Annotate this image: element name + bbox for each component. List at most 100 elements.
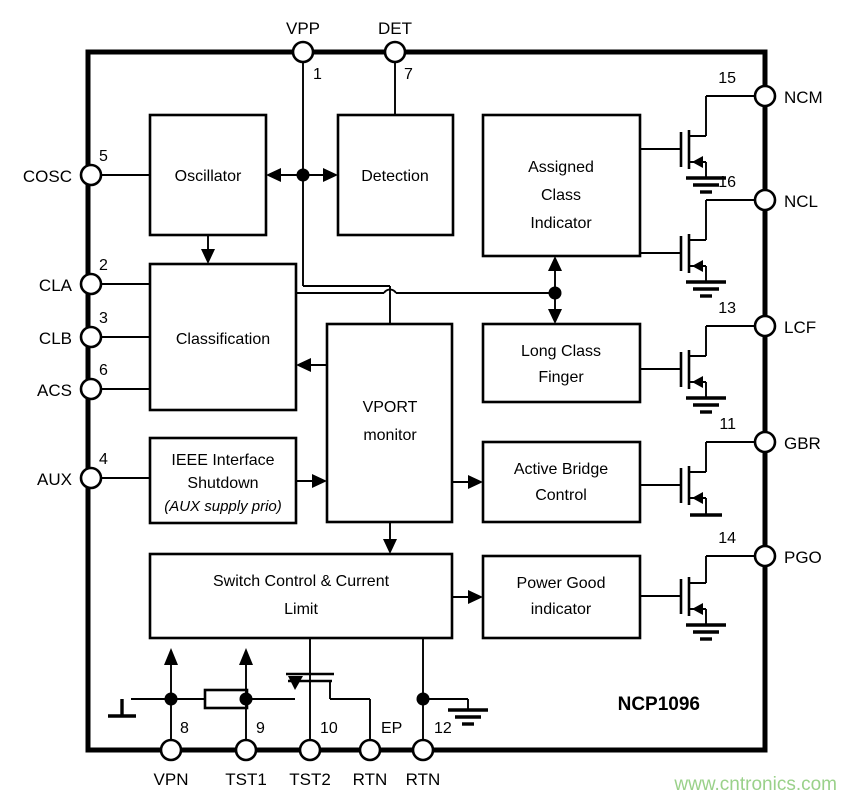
block-long-class-finger-line2: Finger: [538, 369, 584, 386]
pin-acs-number: 6: [99, 362, 108, 379]
arrow-tst1-to-switch-control: [239, 648, 253, 665]
block-ieee-interface-shutdown-line3: (AUX supply prio): [164, 498, 282, 515]
pin-tst1-number: 9: [256, 720, 265, 737]
arrow-vport-to-active-bridge: [468, 475, 483, 489]
pin-vpp-label: VPP: [286, 19, 320, 38]
pin-rtn-12-label: RTN: [406, 770, 441, 789]
pin-gbr-number: 11: [719, 416, 736, 433]
block-active-bridge-control-line2: Control: [535, 487, 587, 504]
pin-aux-label: AUX: [37, 470, 72, 489]
pin-cla[interactable]: [79, 272, 103, 296]
pin-tst2-label: TST2: [289, 770, 331, 789]
block-oscillator-label: Oscillator: [175, 168, 242, 185]
block-power-good-indicator[interactable]: [481, 554, 642, 640]
pin-rtn-12[interactable]: [411, 738, 435, 762]
pin-vpp[interactable]: [291, 40, 315, 64]
block-assigned-class-indicator-line1: Assigned: [528, 159, 594, 176]
fet-pgo-arrow: [692, 603, 703, 615]
fet-tst2-arrow: [288, 676, 303, 690]
pin-ncl-label: NCL: [784, 192, 818, 211]
pin-tst1-label: TST1: [225, 770, 267, 789]
pin-pgo-number: 14: [718, 530, 736, 547]
block-active-bridge-control-line1: Active Bridge: [514, 461, 608, 478]
pin-acs[interactable]: [79, 377, 103, 401]
pin-tst2[interactable]: [298, 738, 322, 762]
block-long-class-finger[interactable]: [481, 322, 642, 404]
block-assigned-class-indicator-line3: Indicator: [530, 215, 592, 232]
block-assigned-class-indicator-line2: Class: [541, 187, 581, 204]
pin-acs-label: ACS: [37, 381, 72, 400]
pin-lcf-number: 13: [718, 300, 736, 317]
pin-rtn-ep-label: RTN: [353, 770, 388, 789]
block-active-bridge-control[interactable]: [481, 440, 642, 524]
pin-det[interactable]: [383, 40, 407, 64]
arrow-to-oscillator: [266, 168, 281, 182]
block-assigned-class-indicator[interactable]: [481, 113, 642, 258]
pin-gbr[interactable]: [753, 430, 777, 454]
block-long-class-finger-line1: Long Class: [521, 343, 601, 360]
pin-aux[interactable]: [79, 466, 103, 490]
block-vport-monitor-line1: VPORT: [363, 399, 418, 416]
fet-ncl-arrow: [692, 260, 703, 272]
fet-lcf-arrow: [692, 376, 703, 388]
pin-rtn-12-number: 12: [434, 720, 452, 737]
pin-cosc-number: 5: [99, 148, 108, 165]
fet-ncm-arrow: [692, 156, 703, 168]
arrow-vport-to-switch-control: [383, 539, 397, 554]
pin-vpn-label: VPN: [154, 770, 189, 789]
pin-ncl-number: 16: [718, 174, 736, 191]
block-diagram-canvas: Oscillator Detection Assigned Class Indi…: [0, 0, 847, 801]
block-power-good-indicator-line1: Power Good: [517, 575, 606, 592]
pin-tst1[interactable]: [234, 738, 258, 762]
pin-cosc[interactable]: [79, 163, 103, 187]
pin-gbr-label: GBR: [784, 434, 821, 453]
pin-clb-label: CLB: [39, 329, 72, 348]
pin-pgo-label: PGO: [784, 548, 822, 567]
pin-clb-number: 3: [99, 310, 108, 327]
arrow-switch-to-power-good: [468, 590, 483, 604]
pin-vpn-number: 8: [180, 720, 189, 737]
pin-ncl[interactable]: [753, 188, 777, 212]
block-switch-control-line2: Limit: [284, 601, 318, 618]
junction-class-bus: [548, 286, 562, 300]
block-switch-control[interactable]: [148, 552, 454, 640]
arrow-down-to-long-class-finger: [548, 309, 562, 324]
arrow-to-detection: [323, 168, 338, 182]
watermark-label: www.cntronics.com: [673, 774, 837, 795]
block-ieee-interface-shutdown-line2: Shutdown: [187, 475, 258, 492]
arrow-ieee-to-vport: [312, 474, 327, 488]
pin-cosc-label: COSC: [23, 167, 72, 186]
block-classification-label: Classification: [176, 331, 270, 348]
pin-det-label: DET: [378, 19, 412, 38]
arrow-osc-to-classification: [201, 249, 215, 264]
part-number-label: NCP1096: [618, 694, 700, 715]
pin-clb[interactable]: [79, 325, 103, 349]
arrow-vpn-to-switch-control: [164, 648, 178, 665]
block-ieee-interface-shutdown-line1: IEEE Interface: [171, 452, 274, 469]
arrow-up-to-assigned-class: [548, 256, 562, 271]
block-vport-monitor[interactable]: [325, 322, 454, 524]
block-vport-monitor-line2: monitor: [363, 427, 417, 444]
pin-vpn[interactable]: [159, 738, 183, 762]
pin-lcf-label: LCF: [784, 318, 816, 337]
pin-cla-number: 2: [99, 257, 108, 274]
junction-vpp-osc-det: [296, 168, 310, 182]
pin-aux-number: 4: [99, 451, 108, 468]
diagram-svg: Oscillator Detection Assigned Class Indi…: [23, 19, 837, 795]
arrow-vport-to-classification: [296, 358, 311, 372]
block-switch-control-line1: Switch Control & Current: [213, 573, 390, 590]
pin-ncm-number: 15: [718, 70, 736, 87]
pin-vpp-number: 1: [313, 66, 322, 83]
pin-rtn-ep[interactable]: [358, 738, 382, 762]
pin-tst2-number: 10: [320, 720, 338, 737]
block-detection-label: Detection: [361, 168, 429, 185]
pin-rtn-ep-number: EP: [381, 720, 402, 737]
block-power-good-indicator-line2: indicator: [531, 601, 592, 618]
pin-cla-label: CLA: [39, 276, 73, 295]
pin-lcf[interactable]: [753, 314, 777, 338]
pin-ncm[interactable]: [753, 84, 777, 108]
pin-det-number: 7: [404, 66, 413, 83]
pin-pgo[interactable]: [753, 544, 777, 568]
pin-ncm-label: NCM: [784, 88, 823, 107]
fet-gbr-arrow: [692, 492, 703, 504]
